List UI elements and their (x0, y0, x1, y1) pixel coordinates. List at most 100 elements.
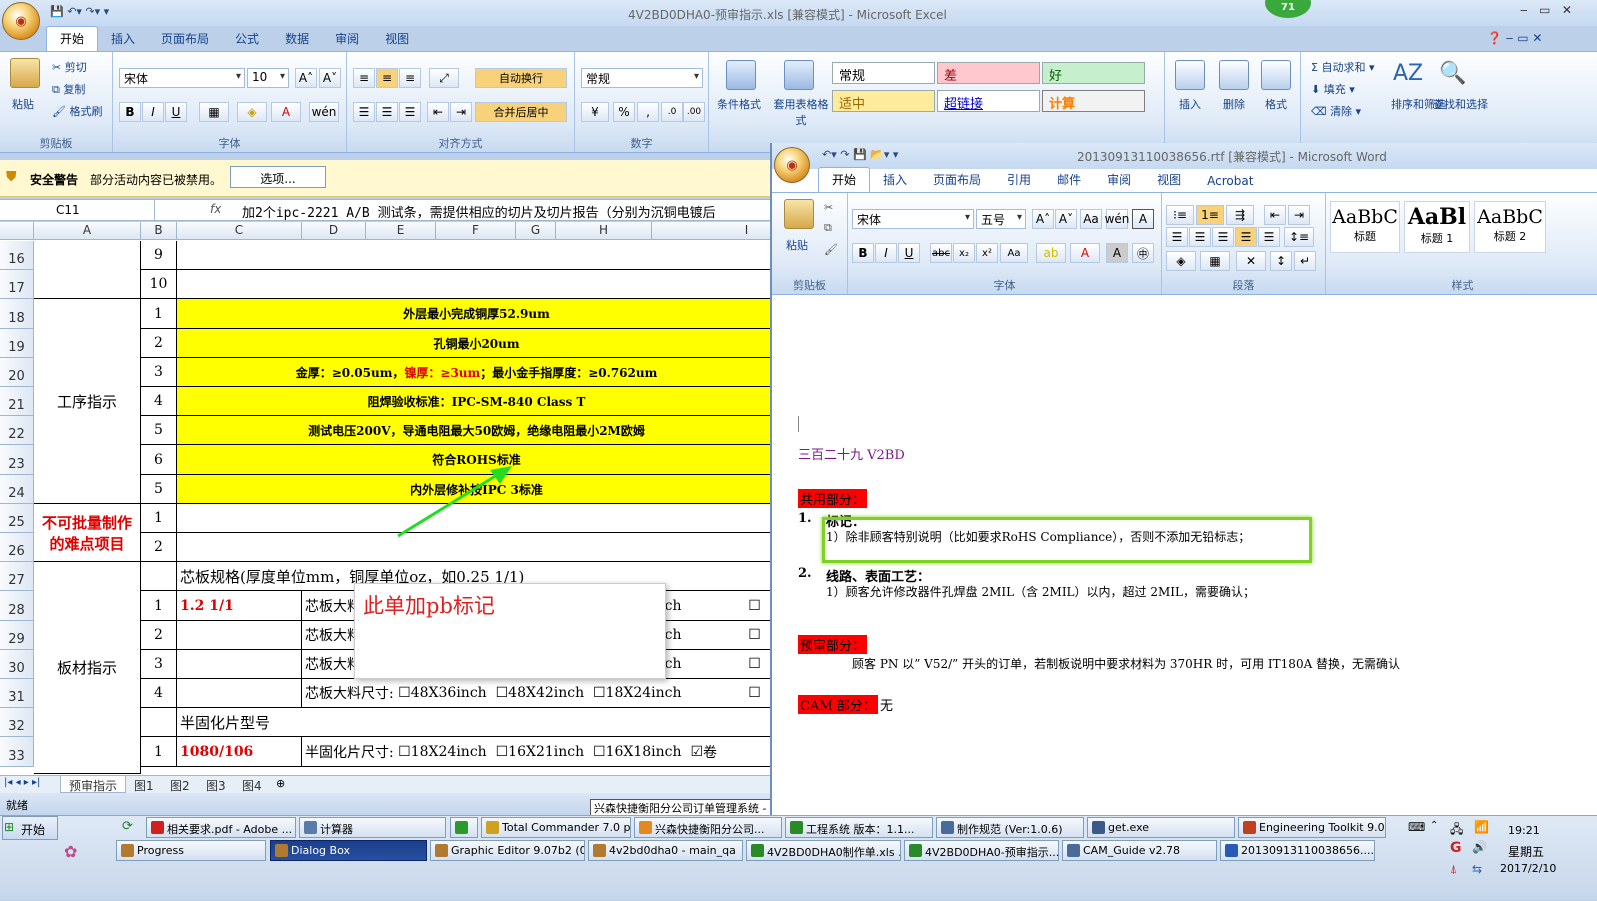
quick-access-toolbar[interactable]: 💾 ↶▾ ↷▾ ▾ (50, 5, 109, 18)
font-color-button[interactable]: A (271, 102, 301, 122)
checkbox-icon[interactable]: ☐ (496, 685, 509, 701)
row-header[interactable]: 25 (0, 504, 34, 533)
percent-button[interactable]: % (613, 102, 635, 122)
column-header[interactable]: H (556, 222, 652, 240)
word-shrink-font-button[interactable]: A˅ (1055, 209, 1077, 229)
word-show-marks-button[interactable]: ↵ (1294, 251, 1316, 271)
border-button[interactable]: ▦ (199, 102, 229, 122)
volume-icon[interactable]: 🔊 (1472, 840, 1487, 854)
word-phonetic-button[interactable]: wén (1105, 209, 1129, 229)
column-header[interactable]: B (141, 222, 177, 240)
word-tab-review[interactable]: 审阅 (1094, 168, 1144, 192)
word-style-heading-1[interactable]: AaBl 标题 1 (1404, 201, 1470, 253)
window-controls[interactable]: ‒ ▭ ✕ (1520, 3, 1572, 17)
word-bold-button[interactable]: B (852, 243, 874, 263)
word-decrease-indent-button[interactable]: ⇤ (1264, 205, 1286, 225)
decrease-indent-button[interactable]: ⇤ (427, 102, 449, 122)
column-header[interactable]: C (177, 222, 302, 240)
tab-insert[interactable]: 插入 (98, 27, 148, 51)
increase-decimal-button[interactable]: .0 (661, 102, 683, 122)
process-instruction-cell[interactable]: 测试电压200V，导通电阻最大50欧姆，绝缘电阻最小2M欧姆 (177, 416, 770, 445)
sequence-cell[interactable]: 1 (141, 591, 177, 621)
tab-home[interactable]: 开始 (46, 26, 99, 51)
sequence-cell[interactable]: 1 (141, 299, 177, 329)
align-bottom-button[interactable]: ≡ (399, 68, 421, 88)
sequence-cell[interactable]: 3 (141, 650, 177, 679)
style-neutral[interactable]: 适中 (832, 90, 935, 112)
checkbox-icon[interactable]: ☐ (748, 627, 761, 643)
word-subscript-button[interactable]: x₂ (953, 243, 975, 263)
row-header[interactable]: 26 (0, 533, 34, 562)
sheet-tab[interactable]: 图2 (162, 776, 198, 793)
grow-font-button[interactable]: A˄ (295, 68, 317, 88)
annotation-popup[interactable]: 此单加pb标记 (354, 583, 666, 679)
column-header[interactable]: F (436, 222, 516, 240)
row-header[interactable]: 24 (0, 475, 34, 504)
row-header[interactable]: 21 (0, 387, 34, 416)
acrobat-tray-icon[interactable]: ⍋ (1450, 862, 1457, 877)
word-align-left-button[interactable]: ☰ (1166, 227, 1188, 247)
style-hyperlink[interactable]: 超链接 (937, 90, 1040, 112)
align-right-button[interactable]: ☰ (399, 102, 421, 122)
word-borders-button[interactable]: ▦ (1200, 251, 1230, 271)
row-header[interactable]: 17 (0, 270, 34, 299)
orientation-button[interactable]: ⤢ (429, 68, 459, 88)
align-middle-button[interactable]: ≡ (376, 68, 398, 88)
find-select-button[interactable]: 查找和选择 (1433, 96, 1488, 112)
paste-button[interactable]: 粘贴 (12, 96, 34, 112)
empty-cell[interactable] (141, 562, 177, 591)
tab-review[interactable]: 审阅 (322, 27, 372, 51)
word-increase-indent-button[interactable]: ⇥ (1288, 205, 1310, 225)
quick-launch-refresh-icon[interactable]: ⟳ (122, 819, 133, 834)
word-font-size-select[interactable]: 五号 (976, 209, 1026, 229)
word-change-case-button[interactable]: Aa (1000, 243, 1028, 263)
insert-cells-button[interactable]: 插入 (1179, 96, 1201, 112)
sequence-cell[interactable]: 2 (141, 329, 177, 358)
word-enclose-char-button[interactable]: ㊥ (1132, 243, 1154, 263)
sequence-cell[interactable]: 2 (141, 621, 177, 650)
sequence-cell[interactable]: 4 (141, 387, 177, 416)
word-multilevel-button[interactable]: ⇶ (1226, 205, 1254, 225)
taskbar-button[interactable]: 兴森快捷衡阳分公司... (634, 817, 782, 838)
align-left-button[interactable]: ☰ (353, 102, 375, 122)
taskbar-button[interactable]: get.exe (1087, 817, 1235, 838)
process-instruction-label[interactable]: 工序指示 (34, 299, 141, 504)
quick-launch-icon[interactable]: ✿ (64, 842, 77, 861)
core-size-cell[interactable]: 芯板大料尺寸: ☐48X36inch ☐48X42inch ☐18X24inch… (302, 679, 770, 708)
core-thickness-cell[interactable]: 1.2 1/1 (177, 591, 302, 621)
checkbox-icon[interactable]: ☐ (748, 656, 761, 672)
sequence-cell[interactable]: 1 (141, 504, 177, 533)
align-center-button[interactable]: ☰ (376, 102, 398, 122)
sheet-nav-buttons[interactable]: |◂ ◂ ▸ ▸| (4, 777, 40, 788)
cut-button[interactable]: ✂ 剪切 (52, 59, 87, 75)
table-format-button[interactable]: 套用表格格式 (771, 96, 831, 128)
increase-indent-button[interactable]: ⇥ (450, 102, 472, 122)
taskbar-button[interactable]: 4V2BD0DHA0制作单.xls ... (746, 840, 901, 861)
clear-button[interactable]: ⌫ 清除 ▾ (1311, 103, 1361, 119)
tab-page-layout[interactable]: 页面布局 (148, 27, 222, 51)
g-app-icon[interactable]: G (1450, 840, 1462, 856)
insert-function-button[interactable]: fx (210, 202, 221, 216)
word-tab-insert[interactable]: 插入 (870, 168, 920, 192)
checkbox-icon[interactable]: ☐ (398, 744, 411, 760)
word-highlight-button[interactable]: ab (1036, 243, 1066, 263)
word-grow-font-button[interactable]: A˄ (1032, 209, 1054, 229)
row-header[interactable]: 20 (0, 358, 34, 387)
difficult-items-label[interactable]: 不可批量制作 的难点项目 (34, 504, 141, 562)
sequence-cell[interactable]: 1 (141, 737, 177, 767)
row-header[interactable]: 29 (0, 621, 34, 650)
process-instruction-cell[interactable]: 金厚：≥0.05um， 镍厚：≥3um ；最小金手指厚度：≥0.762um (177, 358, 770, 387)
fill-button[interactable]: ⬇ 填充 ▾ (1311, 81, 1355, 97)
style-normal[interactable]: 常规 (832, 62, 935, 84)
keyboard-icon[interactable]: ⌨ (1408, 820, 1425, 834)
word-char-shading-button[interactable]: A (1106, 243, 1128, 263)
word-tab-references[interactable]: 引用 (994, 168, 1044, 192)
sheet-tab[interactable]: 图4 (234, 776, 270, 793)
align-top-button[interactable]: ≡ (353, 68, 375, 88)
column-header[interactable]: G (516, 222, 556, 240)
clock-time[interactable]: 19:21 (1508, 824, 1540, 837)
empty-cell[interactable] (141, 708, 177, 737)
word-tab-acrobat[interactable]: Acrobat (1194, 171, 1266, 192)
sequence-cell[interactable]: 6 (141, 445, 177, 475)
word-strikethrough-button[interactable]: abc (930, 243, 952, 263)
